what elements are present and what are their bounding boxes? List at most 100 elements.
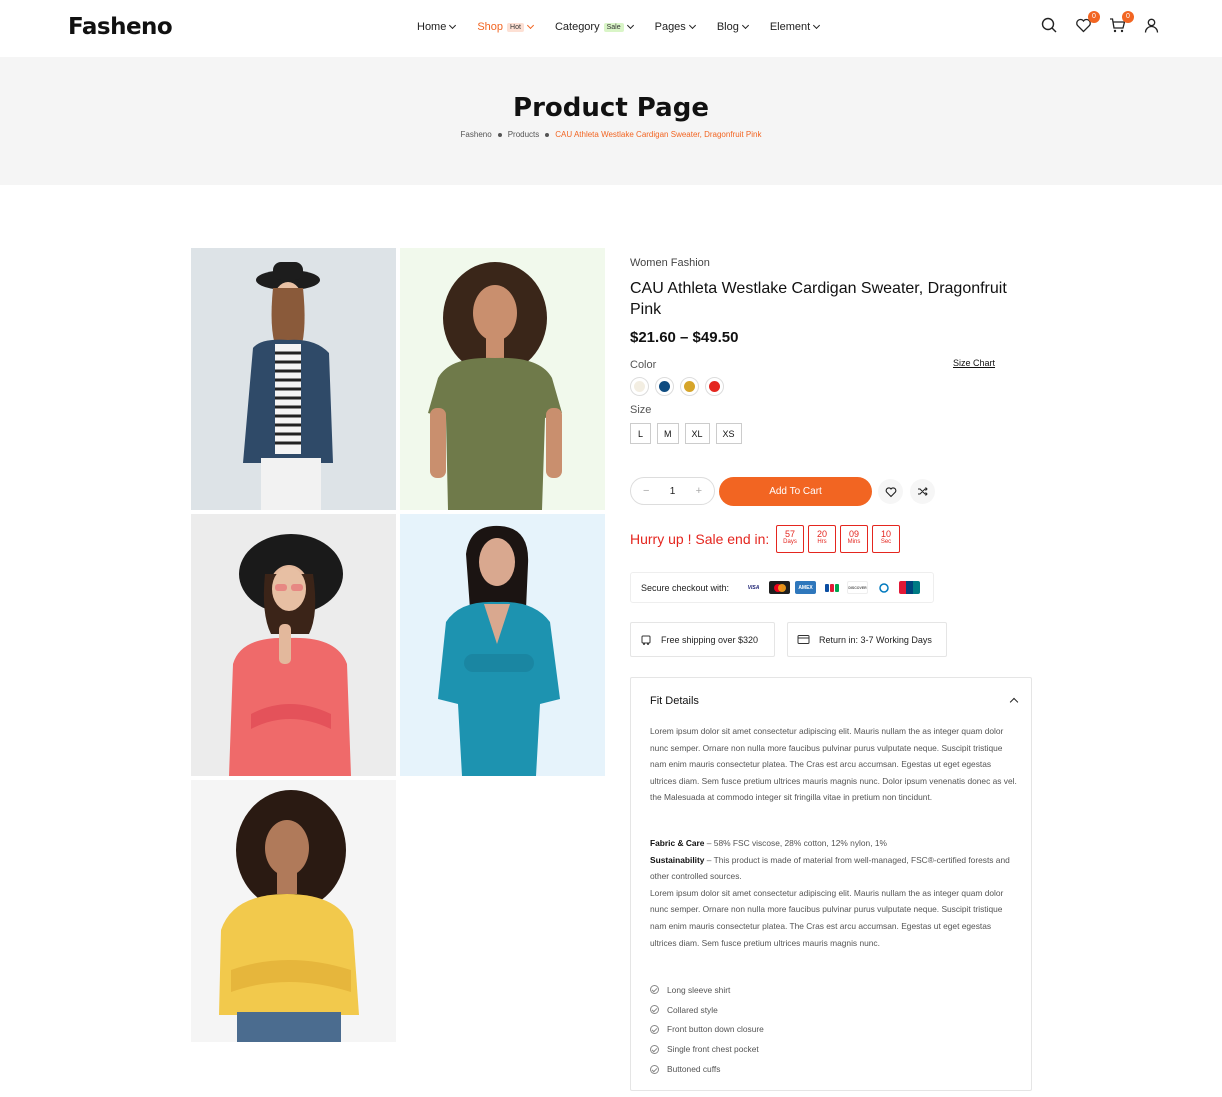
feature-text: Front button down closure [667,1024,764,1035]
nav-blog[interactable]: Blog [717,21,749,33]
product-image-3[interactable] [191,514,396,776]
fabric-text: – 58% FSC viscose, 28% cotton, 12% nylon… [704,838,887,848]
breadcrumb-home[interactable]: Fasheno [461,130,492,139]
feature-text: Collared style [667,1004,718,1015]
size-options: L M XL XS [630,423,742,444]
search-icon[interactable] [1041,17,1058,34]
fit-details-panel: Fit Details Lorem ipsum dolor sit amet c… [630,677,1032,1091]
color-swatch-red[interactable] [705,377,724,396]
shipping-icon [641,635,651,645]
breadcrumb-products[interactable]: Products [508,130,540,139]
jcb-icon [821,581,843,594]
color-swatch-blue[interactable] [655,377,674,396]
chevron-up-icon[interactable] [1009,697,1019,707]
payment-cards: VISA AMEX DISCOVER [743,581,921,594]
size-option-m[interactable]: M [657,423,679,444]
unionpay-icon [899,581,921,594]
color-swatches [630,377,724,396]
product-image-5[interactable] [191,780,396,1042]
nav-element[interactable]: Element [769,21,821,33]
swatch-fill [659,381,670,392]
shipping-text: Free shipping over $320 [661,634,759,645]
amex-icon: AMEX [795,581,817,594]
timer-unit: Days [783,539,797,545]
nav-category[interactable]: Category Sale [555,21,634,33]
hot-badge: Hot [507,22,524,32]
breadcrumb-separator [545,132,550,137]
chevron-down-icon [626,21,634,30]
product-price: $21.60 – $49.50 [630,329,739,346]
quantity-value[interactable]: 1 [670,486,676,497]
nav-label: Home [417,21,447,33]
discover-icon: DISCOVER [847,581,869,594]
nav-label: Element [769,21,811,33]
secure-checkout: Secure checkout with: VISA AMEX DISCOVER [630,572,934,603]
nav-home[interactable]: Home [417,21,457,33]
feature-list: Long sleeve shirt Collared style Front b… [650,980,764,1079]
color-swatch-mustard[interactable] [680,377,699,396]
cart-icon[interactable]: 0 [1109,11,1134,34]
logo[interactable]: Fasheno [68,14,173,40]
wishlist-count: 0 [1088,11,1100,23]
product-category[interactable]: Women Fashion [630,257,710,269]
shipping-info: Free shipping over $320 [630,622,775,657]
chevron-down-icon [688,21,696,30]
check-circle-icon [650,1044,659,1054]
returns-text: Return in: 3-7 Working Days [819,634,932,645]
timer-days: 57 Days [776,525,804,553]
swatch-fill [634,381,645,392]
fit-description-2: Lorem ipsum dolor sit amet consectetur a… [650,887,1004,948]
quantity-stepper: − 1 + [630,477,715,505]
list-item: Collared style [650,1000,764,1020]
size-label: Size [630,404,652,416]
header-actions: 0 0 [1041,11,1160,34]
product-image-1[interactable] [191,248,396,510]
wishlist-icon[interactable]: 0 [1075,11,1100,34]
chevron-down-icon [813,21,821,30]
sale-badge: Sale [603,22,624,32]
timer-value: 57 [784,529,795,539]
product-title: CAU Athleta Westlake Cardigan Sweater, D… [630,280,1007,318]
size-option-xs[interactable]: XS [715,423,742,444]
secure-checkout-label: Secure checkout with: [641,582,730,593]
timer-seconds: 10 Sec [872,525,900,553]
cart-count: 0 [1122,11,1134,23]
shuffle-icon [918,487,928,496]
countdown-timer: 57 Days 20 Hrs 09 Mins 10 Sec [776,525,900,553]
fit-description: Lorem ipsum dolor sit amet consectetur a… [650,726,1017,803]
size-option-l[interactable]: L [630,423,651,444]
heart-icon [885,486,896,497]
page-title: Product Page [513,93,709,123]
swatch-fill [684,381,695,392]
feature-text: Long sleeve shirt [667,984,731,995]
nav-shop[interactable]: Shop Hot [477,21,534,33]
list-item: Buttoned cuffs [650,1059,764,1079]
nav-pages[interactable]: Pages [655,21,696,33]
wishlist-button[interactable] [878,479,903,504]
feature-text: Buttoned cuffs [667,1064,721,1075]
chevron-down-icon [449,21,457,30]
color-label: Color [630,359,657,371]
compare-button[interactable] [910,479,935,504]
main-nav: Home Shop Hot Category Sale Pages Blog Ele… [417,21,841,33]
product-image-4[interactable] [400,514,605,776]
check-circle-icon [650,1064,659,1074]
fit-details-heading[interactable]: Fit Details [650,695,699,707]
product-image-2[interactable] [400,248,605,510]
check-circle-icon [650,1005,659,1015]
color-swatch-cream[interactable] [630,377,649,396]
breadcrumb: Fasheno Products CAU Athleta Westlake Ca… [0,130,1222,139]
add-to-cart-button[interactable]: Add To Cart [719,477,872,506]
swatch-fill [709,381,720,392]
returns-info: Return in: 3-7 Working Days [787,622,947,657]
timer-unit: Mins [847,539,861,545]
timer-unit: Hrs [817,539,827,545]
fit-materials: Fabric & Care – 58% FSC viscose, 28% cot… [650,835,1018,951]
increase-button[interactable]: + [696,485,702,497]
user-icon[interactable] [1143,17,1160,34]
size-chart-link[interactable]: Size Chart [953,358,995,368]
decrease-button[interactable]: − [643,485,649,497]
fabric-label: Fabric & Care [650,838,705,848]
list-item: Long sleeve shirt [650,980,764,1000]
size-option-xl[interactable]: XL [684,423,710,444]
